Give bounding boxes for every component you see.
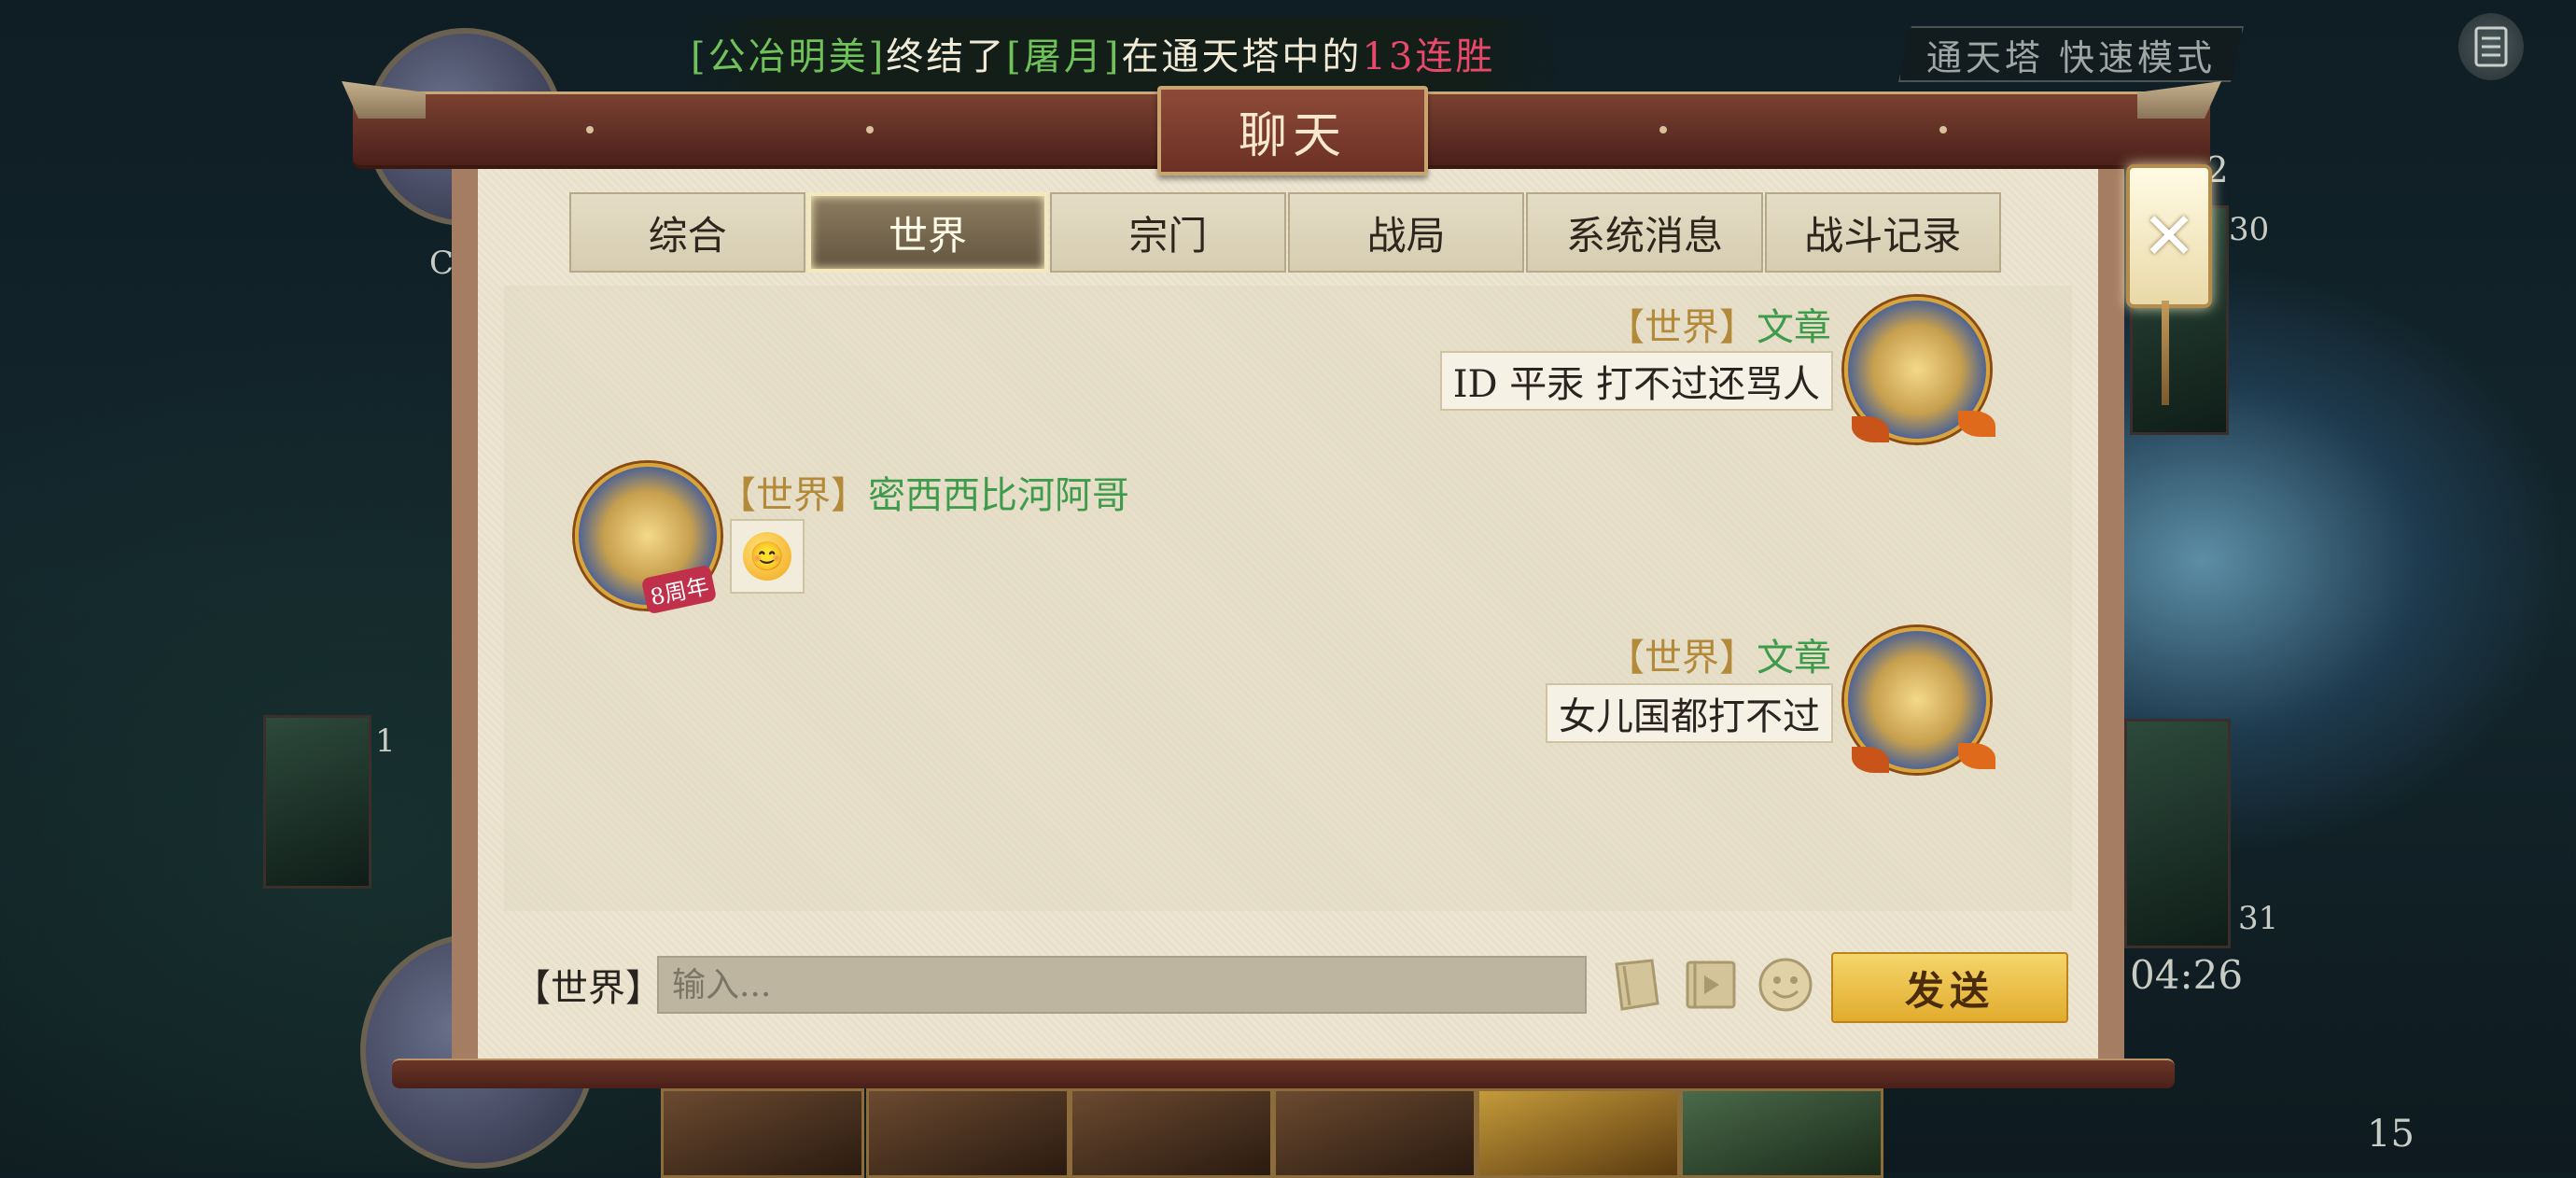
bottom-timer: 04:26 xyxy=(2130,952,2244,998)
board-card-left xyxy=(263,715,371,889)
dialog-bottom-bar xyxy=(392,1059,2175,1088)
hand-card[interactable] xyxy=(866,1088,1070,1178)
hand-card[interactable] xyxy=(1070,1088,1273,1178)
channel-label[interactable]: 【世界】 xyxy=(513,958,663,1012)
broadcast-banner: [公冶明美] 终结了 [屠月] 在通天塔中的 13连胜 xyxy=(691,17,1559,90)
side-letter: C xyxy=(429,245,455,282)
mode-label: 通天塔 快速模式 xyxy=(1898,26,2244,82)
hand-card[interactable] xyxy=(1680,1088,1883,1178)
dialog-title: 聊天 xyxy=(1157,86,1428,175)
message-bubble: ID 平汞 打不过还骂人 xyxy=(1439,351,1833,411)
message-channel: 【世界】 xyxy=(1607,637,1757,680)
book-icon[interactable] xyxy=(1605,954,1667,1016)
banner-player-2: [屠月] xyxy=(1006,35,1122,78)
banner-text-1: 终结了 xyxy=(886,35,1007,78)
top-count: 30 xyxy=(2229,211,2270,248)
scroll-list-icon xyxy=(2474,26,2508,67)
message-channel: 【世界】 xyxy=(1607,306,1757,349)
message-sender[interactable]: 密西西比河阿哥 xyxy=(868,474,1129,517)
video-icon[interactable] xyxy=(1680,954,1742,1016)
tab-sect[interactable]: 宗门 xyxy=(1049,192,1286,273)
tab-world[interactable]: 世界 xyxy=(807,192,1048,273)
banner-streak: 13连胜 xyxy=(1362,35,1496,78)
message-header: 【世界】文章 xyxy=(1607,627,1831,681)
message-header: 【世界】密西西比河阿哥 xyxy=(719,465,1129,519)
tab-battle-records[interactable]: 战斗记录 xyxy=(1764,192,2001,273)
message-bubble: 女儿国都打不过 xyxy=(1546,683,1833,743)
left-count: 1 xyxy=(375,722,396,760)
right-count: 31 xyxy=(2238,900,2279,937)
hand-card[interactable] xyxy=(1273,1088,1477,1178)
hand-card[interactable] xyxy=(661,1088,864,1178)
send-button[interactable]: 发送 xyxy=(1831,952,2068,1023)
deck-count[interactable]: 15 xyxy=(2367,1113,2415,1156)
chat-message-area[interactable] xyxy=(504,286,2072,911)
banner-text-2: 在通天塔中的 xyxy=(1121,35,1363,78)
emoji-icon[interactable] xyxy=(1755,954,1816,1016)
tab-general[interactable]: 综合 xyxy=(569,192,806,273)
banner-player-1: [公冶明美] xyxy=(691,35,887,78)
message-bubble: 😊 xyxy=(730,519,805,594)
message-sender[interactable]: 文章 xyxy=(1757,637,1831,680)
message-header: 【世界】文章 xyxy=(1607,297,1831,351)
menu-icon[interactable] xyxy=(2458,13,2524,80)
close-icon: ✕ xyxy=(2141,198,2197,274)
message-channel: 【世界】 xyxy=(719,474,868,517)
hand-card[interactable] xyxy=(1477,1088,1680,1178)
message-sender[interactable]: 文章 xyxy=(1757,306,1831,349)
close-button[interactable]: ✕ xyxy=(2126,164,2212,308)
chat-tabs: 综合 世界 宗门 战局 系统消息 战斗记录 xyxy=(569,192,2003,273)
tab-system-messages[interactable]: 系统消息 xyxy=(1526,192,1763,273)
board-card-right-bottom xyxy=(2124,719,2231,948)
lantern-tassel xyxy=(2162,301,2169,405)
tab-battle[interactable]: 战局 xyxy=(1287,192,1525,273)
smile-emoji-icon: 😊 xyxy=(743,532,791,581)
chat-input[interactable] xyxy=(657,956,1587,1014)
